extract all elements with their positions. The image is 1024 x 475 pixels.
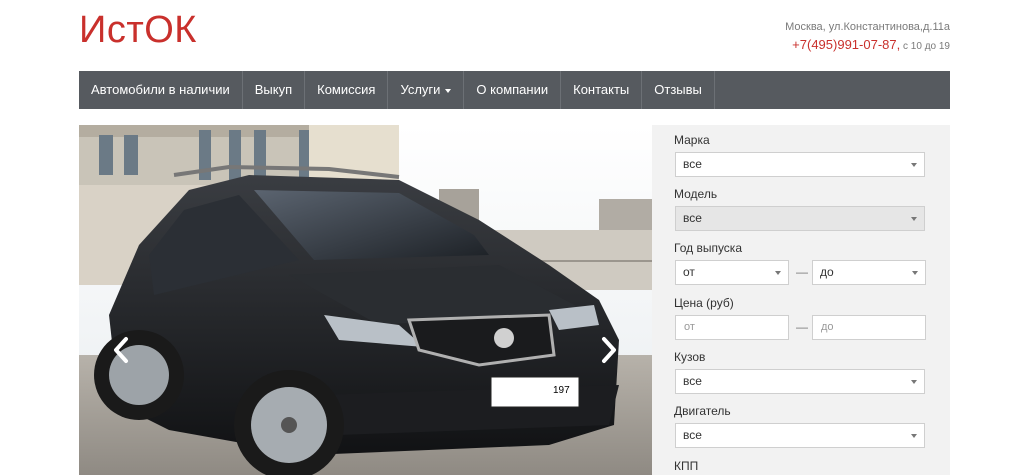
car-slider: 197 <box>79 125 652 475</box>
header-contact: Москва, ул.Константинова,д.11а +7(495)99… <box>785 20 950 54</box>
nav-item-services[interactable]: Услуги <box>388 71 465 109</box>
slider-prev-icon[interactable] <box>109 335 133 365</box>
price-from-input[interactable]: от <box>675 315 789 340</box>
car-filter-panel: Марка все Модель все Год выпуска от — до… <box>652 125 950 475</box>
engine-label: Двигатель <box>674 404 731 418</box>
nav-item-label: Автомобили в наличии <box>91 82 230 97</box>
engine-value: все <box>683 428 702 442</box>
year-to-select[interactable]: до <box>812 260 926 285</box>
body-label: Кузов <box>674 350 706 364</box>
nav-item-cars[interactable]: Автомобили в наличии <box>79 71 243 109</box>
body-value: все <box>683 374 702 388</box>
nav-item-label: Отзывы <box>654 82 702 97</box>
make-select[interactable]: все <box>675 152 925 177</box>
gearbox-label: КПП <box>674 459 699 473</box>
dropdown-arrow-icon <box>911 434 917 438</box>
body-select[interactable]: все <box>675 369 925 394</box>
working-hours: с 10 до 19 <box>900 41 950 52</box>
address-text: Москва, ул.Константинова,д.11а <box>785 21 950 33</box>
engine-select[interactable]: все <box>675 423 925 448</box>
price-to-input[interactable]: до <box>812 315 926 340</box>
dropdown-arrow-icon <box>911 380 917 384</box>
year-from-value: от <box>683 265 695 279</box>
year-label: Год выпуска <box>674 241 742 255</box>
make-value: все <box>683 157 702 171</box>
nav-item-label: О компании <box>476 82 549 97</box>
year-to-value: до <box>820 265 834 279</box>
nav-item-reviews[interactable]: Отзывы <box>642 71 715 109</box>
dropdown-arrow-icon <box>911 163 917 167</box>
year-range-dash: — <box>796 265 808 279</box>
nav-item-label: Выкуп <box>254 82 293 97</box>
nav-item-label: Комиссия <box>317 82 376 97</box>
car-photo: 197 <box>79 125 652 475</box>
model-value: все <box>683 211 702 225</box>
nav-item-commission[interactable]: Комиссия <box>305 71 389 109</box>
slider-next-icon[interactable] <box>597 335 621 365</box>
nav-item-label: Контакты <box>573 82 630 97</box>
phone-line: +7(495)991-07-87, с 10 до 19 <box>785 37 950 54</box>
nav-item-about[interactable]: О компании <box>464 71 562 109</box>
caret-down-icon <box>445 88 452 93</box>
phone-link[interactable]: +7(495)991-07-87, <box>792 37 900 52</box>
license-plate: 197 <box>553 385 570 396</box>
dropdown-arrow-icon <box>911 217 917 221</box>
dropdown-arrow-icon <box>775 271 781 275</box>
dropdown-arrow-icon <box>912 271 918 275</box>
nav-item-buyout[interactable]: Выкуп <box>243 71 306 109</box>
nav-item-contacts[interactable]: Контакты <box>561 71 643 109</box>
price-label: Цена (руб) <box>674 296 734 310</box>
site-logo[interactable]: ИстОК <box>79 8 197 52</box>
model-select[interactable]: все <box>675 206 925 231</box>
make-label: Марка <box>674 133 710 147</box>
model-label: Модель <box>674 187 718 201</box>
price-range-dash: — <box>796 320 808 334</box>
year-from-select[interactable]: от <box>675 260 789 285</box>
main-nav: Автомобили в наличии Выкуп Комиссия Услу… <box>79 71 950 109</box>
nav-item-label: Услуги <box>400 82 441 97</box>
